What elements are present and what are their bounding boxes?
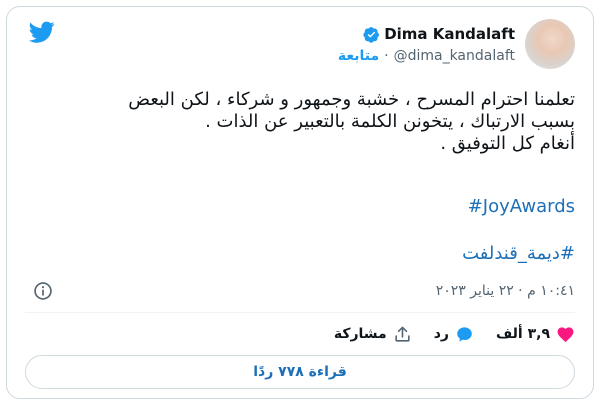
tweet-timestamp[interactable]: ١٠:٤١ م · ٢٢ يناير ٢٠٢٣ — [436, 283, 575, 299]
info-icon[interactable] — [33, 281, 53, 301]
tweet-line: أنغام كل التوفيق . — [440, 133, 575, 154]
tweet-line: تعلمنا احترام المسرح ، خشبة وجمهور و شرك… — [128, 89, 575, 110]
handle-row: متابعة · @dima_kandalaft — [338, 48, 515, 64]
tweet-author: Dima Kandalaft متابعة · @dima_kandalaft — [338, 19, 575, 71]
follow-link[interactable]: متابعة — [338, 48, 379, 64]
tweet-card: Dima Kandalaft متابعة · @dima_kandalaft … — [6, 6, 594, 399]
hashtag-link[interactable]: #JoyAwards — [468, 196, 575, 217]
like-count: ٣,٩ ألف — [495, 326, 550, 342]
reply-button[interactable]: رد — [434, 325, 474, 344]
hashtag-link[interactable]: #ديمة_قندلفت — [462, 243, 575, 264]
author-display-name[interactable]: Dima Kandalaft — [384, 25, 515, 43]
action-bar: ٣,٩ ألف رد مشاركة — [25, 323, 575, 345]
share-icon — [395, 326, 410, 342]
twitter-bird-icon[interactable] — [27, 19, 57, 45]
share-button[interactable]: مشاركة — [334, 325, 412, 344]
divider — [25, 312, 575, 313]
author-handle[interactable]: @dima_kandalaft — [394, 48, 515, 64]
avatar[interactable] — [525, 19, 575, 69]
reply-label: رد — [433, 326, 449, 342]
reply-icon — [457, 326, 472, 342]
verified-badge-icon — [363, 26, 380, 43]
author-name-block: Dima Kandalaft متابعة · @dima_kandalaft — [338, 25, 515, 64]
separator-dot: · — [384, 48, 389, 64]
name-row: Dima Kandalaft — [338, 25, 515, 43]
tweet-line: بسبب الارتباك ، يتخونن الكلمة بالتعبير ع… — [205, 111, 575, 132]
read-replies-button[interactable]: قراءة ٧٧٨ ردًا — [25, 355, 575, 389]
share-label: مشاركة — [333, 326, 387, 342]
heart-icon — [557, 326, 574, 342]
tweet-text: تعلمنا احترام المسرح ، خشبة وجمهور و شرك… — [15, 89, 575, 155]
like-button[interactable]: ٣,٩ ألف — [496, 325, 575, 344]
